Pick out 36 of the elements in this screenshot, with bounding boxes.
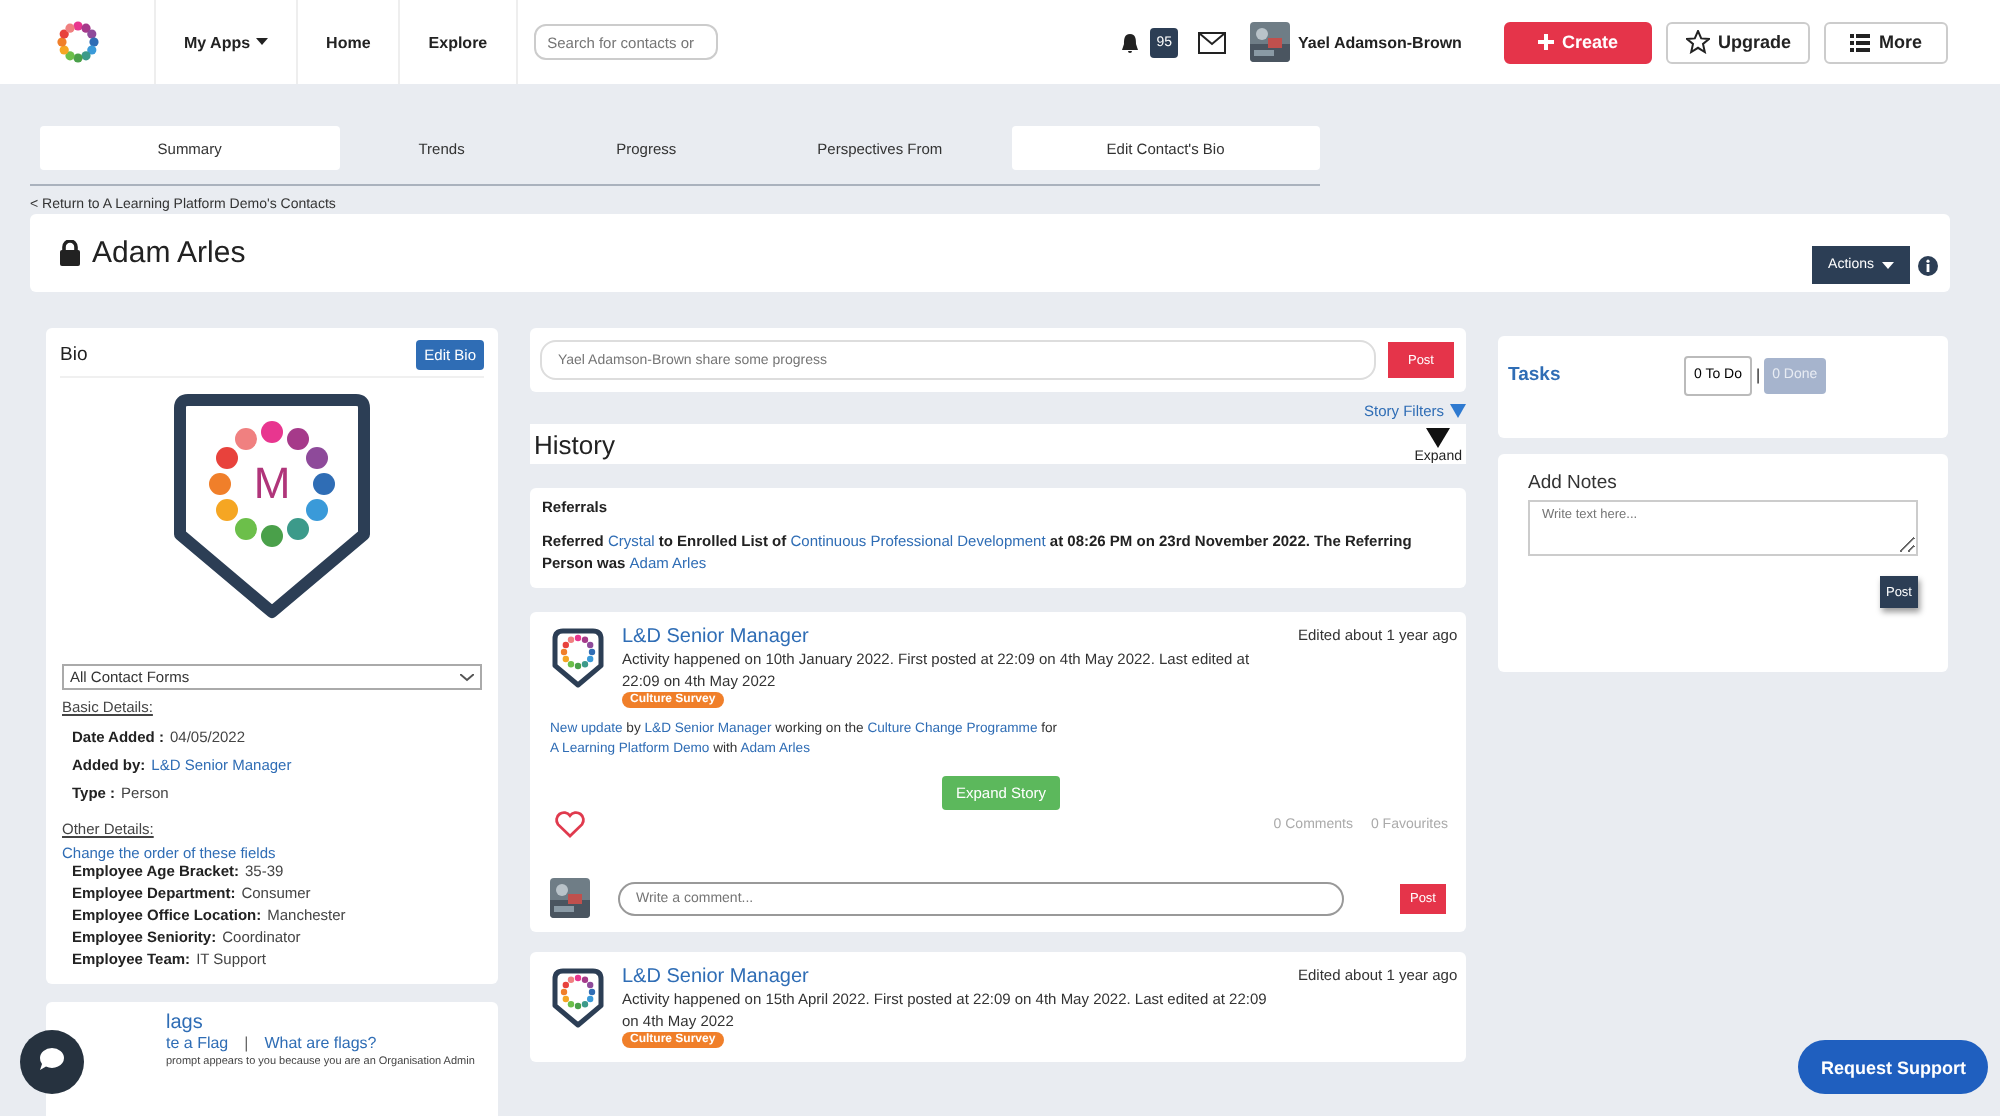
plus-icon (1537, 34, 1554, 50)
bell-icon (1120, 31, 1141, 53)
nav-link[interactable]: My Apps (156, 0, 299, 84)
logo-icon (53, 18, 101, 66)
triangle-icon (1450, 404, 1466, 418)
caret-icon (256, 38, 269, 46)
link[interactable]: te a Flag (166, 1034, 229, 1052)
request-support-button[interactable]: Request Support (1798, 1040, 1988, 1094)
nav-link[interactable]: Explore (400, 0, 518, 84)
author-link[interactable]: L&D Senior Manager (622, 966, 809, 988)
mail-icon (1198, 31, 1226, 53)
author-link[interactable]: L&D Senior Manager (622, 626, 809, 648)
shield-icon (550, 966, 606, 1030)
contact-name: Adam Arles (92, 236, 246, 270)
nav-link[interactable]: Home (298, 0, 401, 84)
triangle-icon (1426, 428, 1451, 448)
link[interactable]: What are flags? (264, 1034, 377, 1052)
upgrade-button[interactable]: Upgrade (1665, 21, 1811, 63)
user-name[interactable]: Yael Adamson-Brown (1298, 33, 1462, 51)
card-title: Bio (60, 344, 88, 366)
create-button[interactable]: Create (1503, 21, 1652, 63)
separator: | (1756, 366, 1761, 384)
card-title: Add Notes (1528, 472, 1619, 494)
section-title: History (534, 428, 615, 460)
caret-icon (1882, 261, 1894, 269)
shield-icon (550, 626, 606, 690)
more-button[interactable]: More (1824, 21, 1948, 63)
separator: | (244, 1034, 249, 1052)
chevron-icon (460, 673, 474, 681)
logo-drawing: M (168, 388, 376, 624)
list-icon (1850, 33, 1871, 51)
info-icon (1918, 255, 1938, 275)
card-title: lags (166, 1012, 205, 1034)
card-title: Tasks (1508, 364, 1563, 386)
heart-icon[interactable] (554, 810, 586, 838)
star-icon (1685, 30, 1710, 54)
